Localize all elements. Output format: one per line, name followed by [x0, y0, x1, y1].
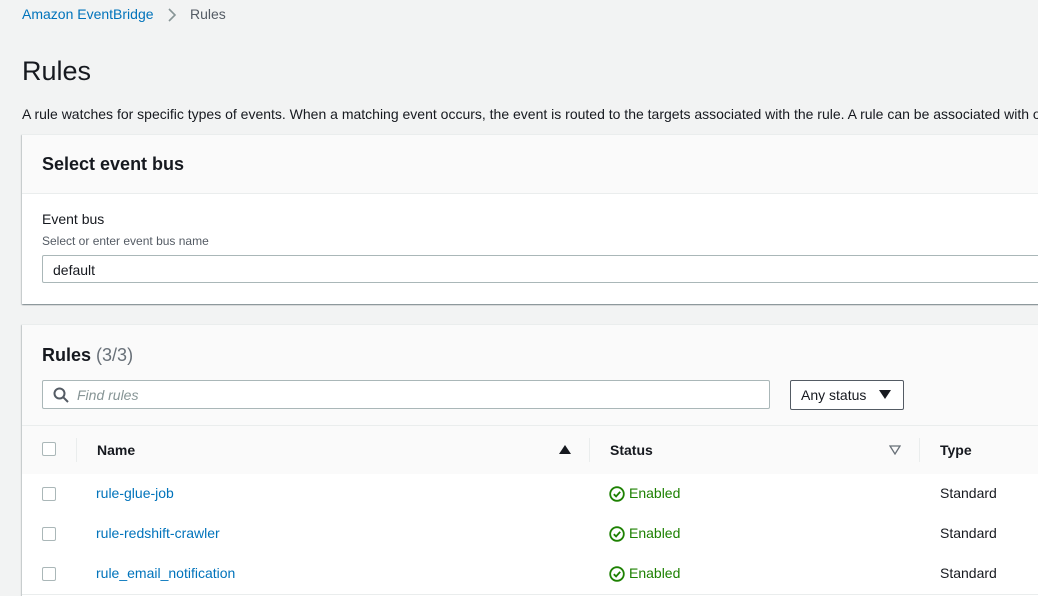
rules-panel-header	[22, 325, 1038, 425]
event-bus-label: Event bus	[42, 211, 105, 227]
event-bus-panel: Select event bus Event bus Select or ent…	[22, 134, 1038, 304]
row-checkbox[interactable]	[42, 487, 56, 501]
table-row: rule_email_notification Enabled Standard	[22, 554, 1038, 595]
column-header-type[interactable]: Type	[940, 442, 972, 458]
row-checkbox[interactable]	[42, 527, 56, 541]
breadcrumb-amazon-eventbridge[interactable]: Amazon EventBridge	[22, 6, 154, 22]
page-description: A rule watches for specific types of eve…	[22, 106, 1038, 122]
column-header-name[interactable]: Name	[97, 442, 135, 458]
table-header: Name Status Type	[22, 425, 1038, 475]
find-rules-input[interactable]: Find rules	[42, 380, 770, 409]
column-header-status[interactable]: Status	[610, 442, 653, 458]
search-icon	[53, 387, 69, 403]
sort-icon[interactable]	[889, 445, 901, 455]
table-row: rule-redshift-crawler Enabled Standard	[22, 514, 1038, 555]
page-title: Rules	[22, 56, 92, 86]
event-bus-input[interactable]: default	[42, 255, 1038, 283]
status-filter-value: Any status	[801, 387, 867, 403]
column-divider	[919, 438, 920, 462]
find-rules-placeholder: Find rules	[77, 387, 139, 403]
rules-count: (3/3)	[96, 345, 134, 365]
sort-ascending-icon[interactable]	[559, 445, 571, 455]
table-row: rule-glue-job Enabled Standard	[22, 474, 1038, 515]
event-bus-description: Select or enter event bus name	[42, 234, 209, 248]
status-filter-select[interactable]: Any status	[790, 380, 904, 410]
select-all-checkbox[interactable]	[42, 442, 56, 456]
rule-type: Standard	[940, 565, 997, 581]
rule-type: Standard	[940, 485, 997, 501]
rules-panel-title: Rules (3/3)	[42, 345, 133, 366]
rule-status: Enabled	[629, 525, 681, 541]
check-circle-icon	[609, 566, 625, 582]
event-bus-panel-header: Select event bus	[22, 135, 1038, 194]
row-checkbox[interactable]	[42, 567, 56, 581]
rules-panel: Rules (3/3) Find rules Any status Name S…	[22, 324, 1038, 596]
rule-type: Standard	[940, 525, 997, 541]
rule-status: Enabled	[629, 565, 681, 581]
caret-down-icon	[879, 390, 891, 399]
breadcrumb-current: Rules	[190, 6, 226, 22]
rule-name-link[interactable]: rule-redshift-crawler	[96, 525, 220, 541]
column-divider	[76, 438, 77, 462]
column-divider	[589, 438, 590, 462]
rules-title-text: Rules	[42, 345, 92, 365]
check-circle-icon	[609, 526, 625, 542]
event-bus-panel-title: Select event bus	[42, 154, 185, 174]
rule-name-link[interactable]: rule-glue-job	[96, 485, 174, 501]
check-circle-icon	[609, 486, 625, 502]
rule-name-link[interactable]: rule_email_notification	[96, 565, 235, 581]
rule-status: Enabled	[629, 485, 681, 501]
chevron-right-icon	[168, 8, 177, 22]
